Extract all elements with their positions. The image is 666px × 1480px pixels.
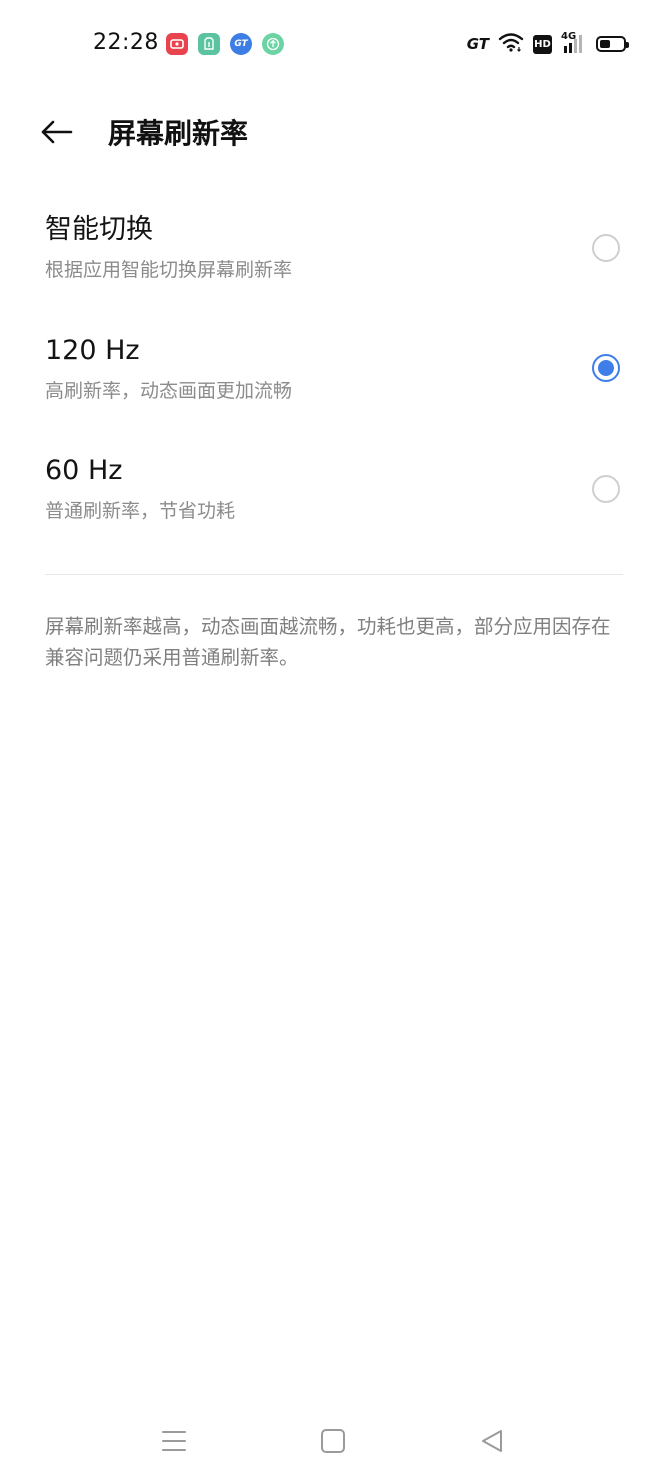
battery-icon xyxy=(596,36,629,52)
option-title: 智能切换 xyxy=(45,214,153,245)
hd-voice-icon: HD xyxy=(533,34,552,54)
radio-button[interactable] xyxy=(592,354,620,382)
system-icons: GT HD 4G xyxy=(466,31,629,56)
header-bar: 屏幕刷新率 xyxy=(0,100,666,164)
back-triangle-icon xyxy=(482,1430,502,1452)
back-button[interactable] xyxy=(36,114,76,150)
notification-icons: GT xyxy=(166,33,284,55)
status-time: 22:28 xyxy=(93,30,159,55)
page-title: 屏幕刷新率 xyxy=(108,117,249,150)
battery-level-fill xyxy=(600,40,610,48)
divider xyxy=(45,574,623,575)
refresh-rate-note: 屏幕刷新率越高，动态画面越流畅，功耗也更高，部分应用因存在兼容问题仍采用普通刷新… xyxy=(45,615,611,669)
radio-button[interactable] xyxy=(592,234,620,262)
radio-button[interactable] xyxy=(592,475,620,503)
option-60hz[interactable]: 60 Hz 普通刷新率，节省功耗 xyxy=(0,453,666,561)
shopping-app-icon xyxy=(198,33,220,55)
back-nav-button[interactable] xyxy=(476,1425,508,1457)
cell-signal-icon: 4G xyxy=(561,31,587,55)
option-description: 根据应用智能切换屏幕刷新率 xyxy=(45,259,293,281)
gt-mode-app-icon: GT xyxy=(230,33,252,55)
option-description: 普通刷新率，节省功耗 xyxy=(45,500,236,522)
home-nav-button[interactable] xyxy=(317,1425,349,1457)
option-title: 60 Hz xyxy=(45,455,123,486)
menu-nav-button[interactable] xyxy=(158,1425,190,1457)
wifi-icon xyxy=(498,32,524,56)
battery-tip xyxy=(626,42,629,48)
navigation-bar xyxy=(0,1410,666,1470)
status-bar: 22:28 GT GT HD 4G xyxy=(0,0,666,90)
back-arrow-icon xyxy=(41,120,73,144)
option-title: 120 Hz xyxy=(45,335,140,366)
upload-app-icon xyxy=(262,33,284,55)
option-description: 高刷新率，动态画面更加流畅 xyxy=(45,380,293,402)
menu-icon xyxy=(162,1431,186,1451)
option-smart-switch[interactable]: 智能切换 根据应用智能切换屏幕刷新率 xyxy=(0,212,666,320)
screen-record-app-icon xyxy=(166,33,188,55)
option-120hz[interactable]: 120 Hz 高刷新率，动态画面更加流畅 xyxy=(0,333,666,441)
gt-mode-indicator: GT xyxy=(466,35,489,53)
home-square-icon xyxy=(321,1429,345,1453)
